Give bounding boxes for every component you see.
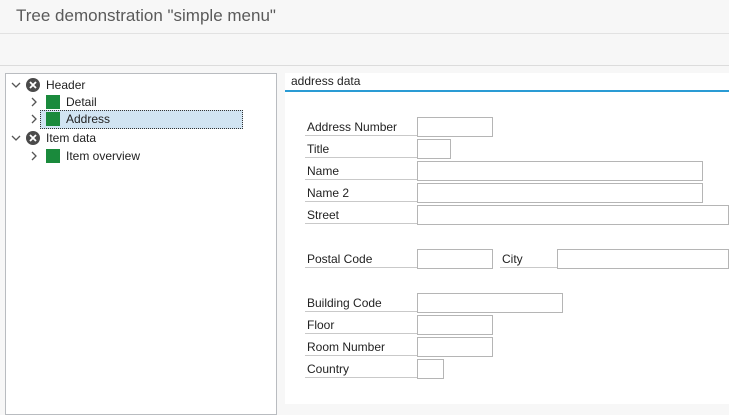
tree-node-label: Header <box>46 78 86 92</box>
section-title: address data <box>291 74 361 88</box>
chevron-right-icon[interactable] <box>28 113 40 125</box>
chevron-down-icon[interactable] <box>10 132 22 144</box>
tree-node-label: Address <box>66 112 111 126</box>
green-square-icon <box>46 149 60 163</box>
address-number-label: Address Number <box>305 118 417 136</box>
room-number-input[interactable] <box>417 337 493 357</box>
chevron-right-icon[interactable] <box>28 150 40 162</box>
title-input[interactable] <box>417 139 451 159</box>
tree-node-label: Item data <box>46 131 97 145</box>
floor-input[interactable] <box>417 315 493 335</box>
address-form-panel: address data Address Number Title Name N… <box>285 73 729 404</box>
tree-panel: Header Detail Address Item data Item ove… <box>5 73 277 415</box>
tree-node-item-data[interactable]: Item data <box>10 129 96 147</box>
country-input[interactable] <box>417 359 444 379</box>
close-circle-icon <box>26 78 40 92</box>
city-input[interactable] <box>557 249 729 269</box>
tree-node-label: Detail <box>66 95 97 109</box>
green-square-icon <box>46 112 60 126</box>
chevron-down-icon[interactable] <box>10 79 22 91</box>
tree-node-address[interactable]: Address <box>28 110 268 129</box>
tree-node-item-overview[interactable]: Item overview <box>28 147 140 165</box>
green-square-icon <box>46 95 60 109</box>
name-input[interactable] <box>417 161 703 181</box>
building-code-input[interactable] <box>417 293 563 313</box>
chevron-right-icon[interactable] <box>28 96 40 108</box>
building-code-label: Building Code <box>305 294 417 312</box>
tree-node-label: Item overview <box>66 149 141 163</box>
street-input[interactable] <box>417 205 729 225</box>
country-label: Country <box>305 360 417 378</box>
toolbar <box>0 34 729 66</box>
window-title: Tree demonstration "simple menu" <box>16 6 276 25</box>
close-circle-icon <box>26 131 40 145</box>
postal-code-label: Postal Code <box>305 250 417 268</box>
room-number-label: Room Number <box>305 338 417 356</box>
title-label: Title <box>305 140 417 158</box>
city-label: City <box>500 250 557 268</box>
tree-node-detail[interactable]: Detail <box>28 93 97 111</box>
address-number-input[interactable] <box>417 117 493 137</box>
floor-label: Floor <box>305 316 417 334</box>
name2-input[interactable] <box>417 183 703 203</box>
title-bar: Tree demonstration "simple menu" <box>0 0 729 34</box>
name-label: Name <box>305 162 417 180</box>
section-header: address data <box>285 73 729 92</box>
tree-node-header[interactable]: Header <box>10 76 85 94</box>
street-label: Street <box>305 206 417 224</box>
postal-code-input[interactable] <box>417 249 493 269</box>
name2-label: Name 2 <box>305 184 417 202</box>
